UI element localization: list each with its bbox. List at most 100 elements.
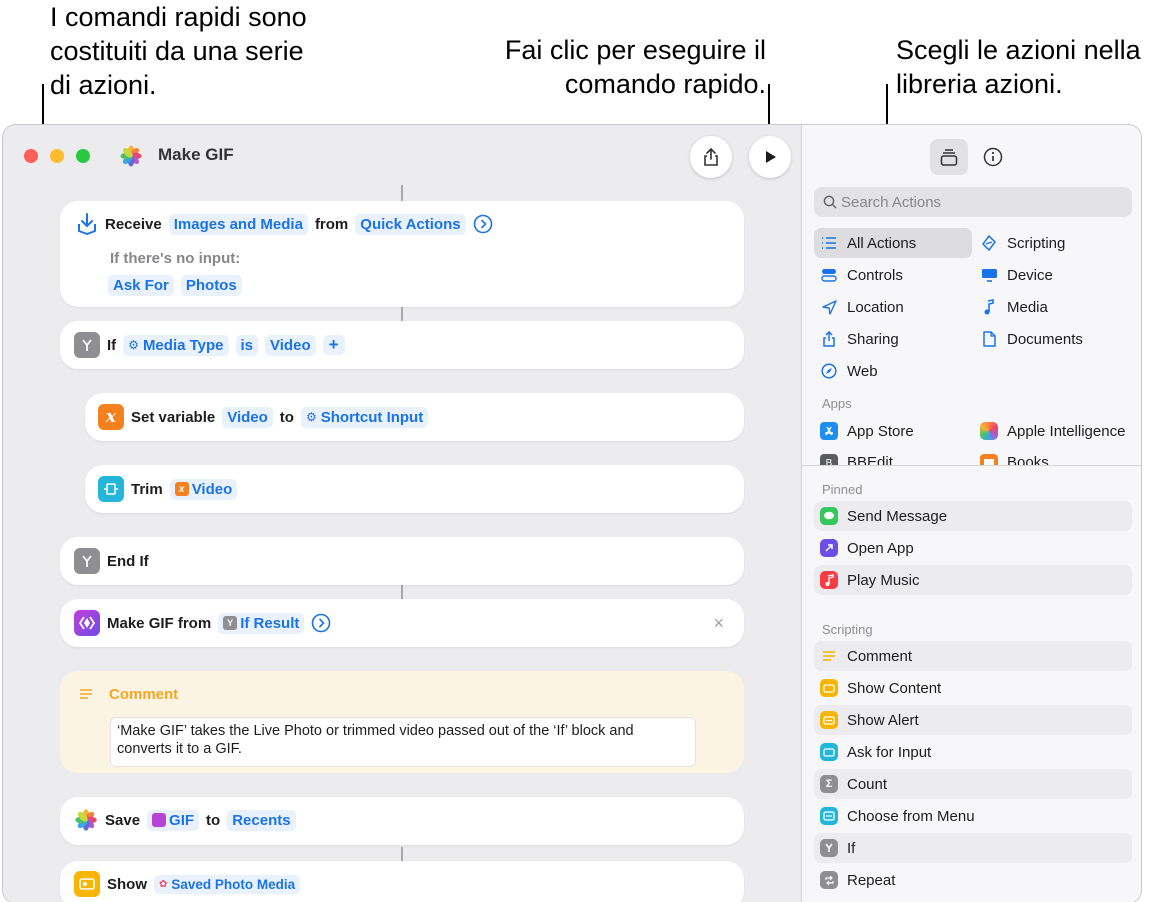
open-app-icon <box>820 539 838 557</box>
music-note-icon <box>980 298 998 316</box>
app-bbedit[interactable]: B BBEdit <box>814 448 972 465</box>
expand-chevron-icon[interactable] <box>473 214 493 234</box>
category-media[interactable]: Media <box>974 292 1132 322</box>
condition-operator-token[interactable]: is <box>235 334 259 356</box>
scripting-ask-for-input[interactable]: Ask for Input <box>814 737 1132 767</box>
app-store-icon <box>820 422 838 440</box>
no-input-label: If there's no input: <box>110 250 241 267</box>
category-controls[interactable]: Controls <box>814 260 972 290</box>
scripting-choose-from-menu[interactable]: Choose from Menu <box>814 801 1132 831</box>
bbedit-icon: B <box>820 454 838 465</box>
set-variable-action[interactable]: x Set variable Video to ⚙ Shortcut Input <box>85 393 744 441</box>
flow-connector <box>401 307 403 321</box>
minimize-window-button[interactable] <box>50 149 64 163</box>
pinned-play-music[interactable]: Play Music <box>814 565 1132 595</box>
scripting-if[interactable]: If <box>814 833 1132 863</box>
books-icon <box>980 454 998 465</box>
receive-icon <box>78 213 96 235</box>
expand-chevron-icon[interactable] <box>311 613 331 633</box>
photos-token[interactable]: Photos <box>180 275 242 296</box>
share-button[interactable] <box>690 136 732 178</box>
category-location[interactable]: Location <box>814 292 972 322</box>
pinned-section-header: Pinned <box>822 482 863 497</box>
shortcut-input-token[interactable]: ⚙ Shortcut Input <box>300 406 429 428</box>
callout-action-library: Scegli le azioni nella libreria azioni. <box>896 35 1141 99</box>
ask-input-icon <box>820 743 838 761</box>
library-toolbar <box>930 139 1016 175</box>
category-device[interactable]: Device <box>974 260 1132 290</box>
trim-action[interactable]: Trim x Video <box>85 465 744 513</box>
remove-action-icon[interactable]: × <box>713 613 724 634</box>
variable-name-token[interactable]: Video <box>222 406 273 428</box>
if-branch-icon <box>820 839 838 857</box>
condition-value-token[interactable]: Video <box>265 334 316 356</box>
trim-video-token[interactable]: x Video <box>169 478 238 500</box>
album-token[interactable]: Recents <box>227 809 296 831</box>
category-scripting[interactable]: Scripting <box>974 228 1132 258</box>
media-type-token[interactable]: ⚙ Media Type <box>123 334 229 356</box>
from-label: from <box>314 215 349 233</box>
end-if-action[interactable]: End If <box>60 537 744 585</box>
action-library: Search Actions All Actions Controls Loca… <box>801 125 1141 902</box>
window-title: Make GIF <box>158 145 234 164</box>
scripting-count[interactable]: Σ Count <box>814 769 1132 799</box>
monitor-icon <box>980 266 998 284</box>
gif-token[interactable]: GIF <box>147 809 200 831</box>
share-icon <box>820 330 838 348</box>
menu-icon <box>820 807 838 825</box>
apps-section-header: Apps <box>822 396 852 411</box>
library-divider <box>802 465 1141 466</box>
category-all-actions[interactable]: All Actions <box>814 228 972 258</box>
library-icon <box>940 149 958 166</box>
comment-title: Comment <box>109 686 179 703</box>
show-content-icon <box>74 871 100 897</box>
input-types-token[interactable]: Images and Media <box>168 213 308 235</box>
apple-intelligence-icon <box>980 422 998 440</box>
app-books[interactable]: Books <box>974 448 1132 465</box>
comment-text-field[interactable]: ‘Make GIF’ takes the Live Photo or trimm… <box>110 717 696 767</box>
saved-media-token[interactable]: ✿ Saved Photo Media <box>154 874 301 894</box>
search-placeholder: Search Actions <box>841 193 942 211</box>
scripting-show-alert[interactable]: Show Alert <box>814 705 1132 735</box>
scripting-icon <box>980 234 998 252</box>
close-window-button[interactable] <box>24 149 38 163</box>
controls-icon <box>820 266 838 284</box>
library-button[interactable] <box>930 139 968 175</box>
flow-connector <box>401 847 403 861</box>
pinned-open-app[interactable]: Open App <box>814 533 1132 563</box>
location-arrow-icon <box>820 298 838 316</box>
ask-for-token[interactable]: Ask For <box>108 275 174 296</box>
if-result-token[interactable]: Y If Result <box>218 612 305 634</box>
pinned-send-message[interactable]: Send Message <box>814 501 1132 531</box>
comment-action[interactable]: Comment ‘Make GIF’ takes the Live Photo … <box>60 671 744 773</box>
category-sharing[interactable]: Sharing <box>814 324 972 354</box>
show-content-icon <box>820 679 838 697</box>
receive-action[interactable]: Receive Images and Media from Quick Acti… <box>60 201 744 307</box>
compass-icon <box>820 362 838 380</box>
show-action[interactable]: Show ✿ Saved Photo Media <box>60 861 744 902</box>
alert-icon <box>820 711 838 729</box>
info-icon <box>983 147 1003 167</box>
save-to-label: to <box>206 811 221 829</box>
make-gif-action[interactable]: Make GIF from Y If Result × <box>60 599 744 647</box>
source-token[interactable]: Quick Actions <box>355 213 466 235</box>
add-condition-button[interactable]: + <box>322 335 345 355</box>
show-label: Show <box>107 875 147 893</box>
save-action[interactable]: Save GIF to Recents <box>60 797 744 845</box>
zoom-window-button[interactable] <box>76 149 90 163</box>
info-button[interactable] <box>978 142 1008 172</box>
scripting-comment[interactable]: Comment <box>814 641 1132 671</box>
category-documents[interactable]: Documents <box>974 324 1132 354</box>
if-action[interactable]: If ⚙ Media Type is Video + <box>60 321 744 369</box>
music-icon <box>820 571 838 589</box>
scripting-show-content[interactable]: Show Content <box>814 673 1132 703</box>
app-apple-intelligence[interactable]: Apple Intelligence <box>974 416 1132 446</box>
scripting-repeat[interactable]: Repeat <box>814 865 1132 895</box>
category-web[interactable]: Web <box>814 356 972 386</box>
run-shortcut-button[interactable] <box>749 136 791 178</box>
app-app-store[interactable]: App Store <box>814 416 972 446</box>
document-icon <box>980 330 998 348</box>
comment-icon <box>80 688 92 699</box>
search-actions-field[interactable]: Search Actions <box>814 187 1132 217</box>
save-label: Save <box>105 811 141 829</box>
